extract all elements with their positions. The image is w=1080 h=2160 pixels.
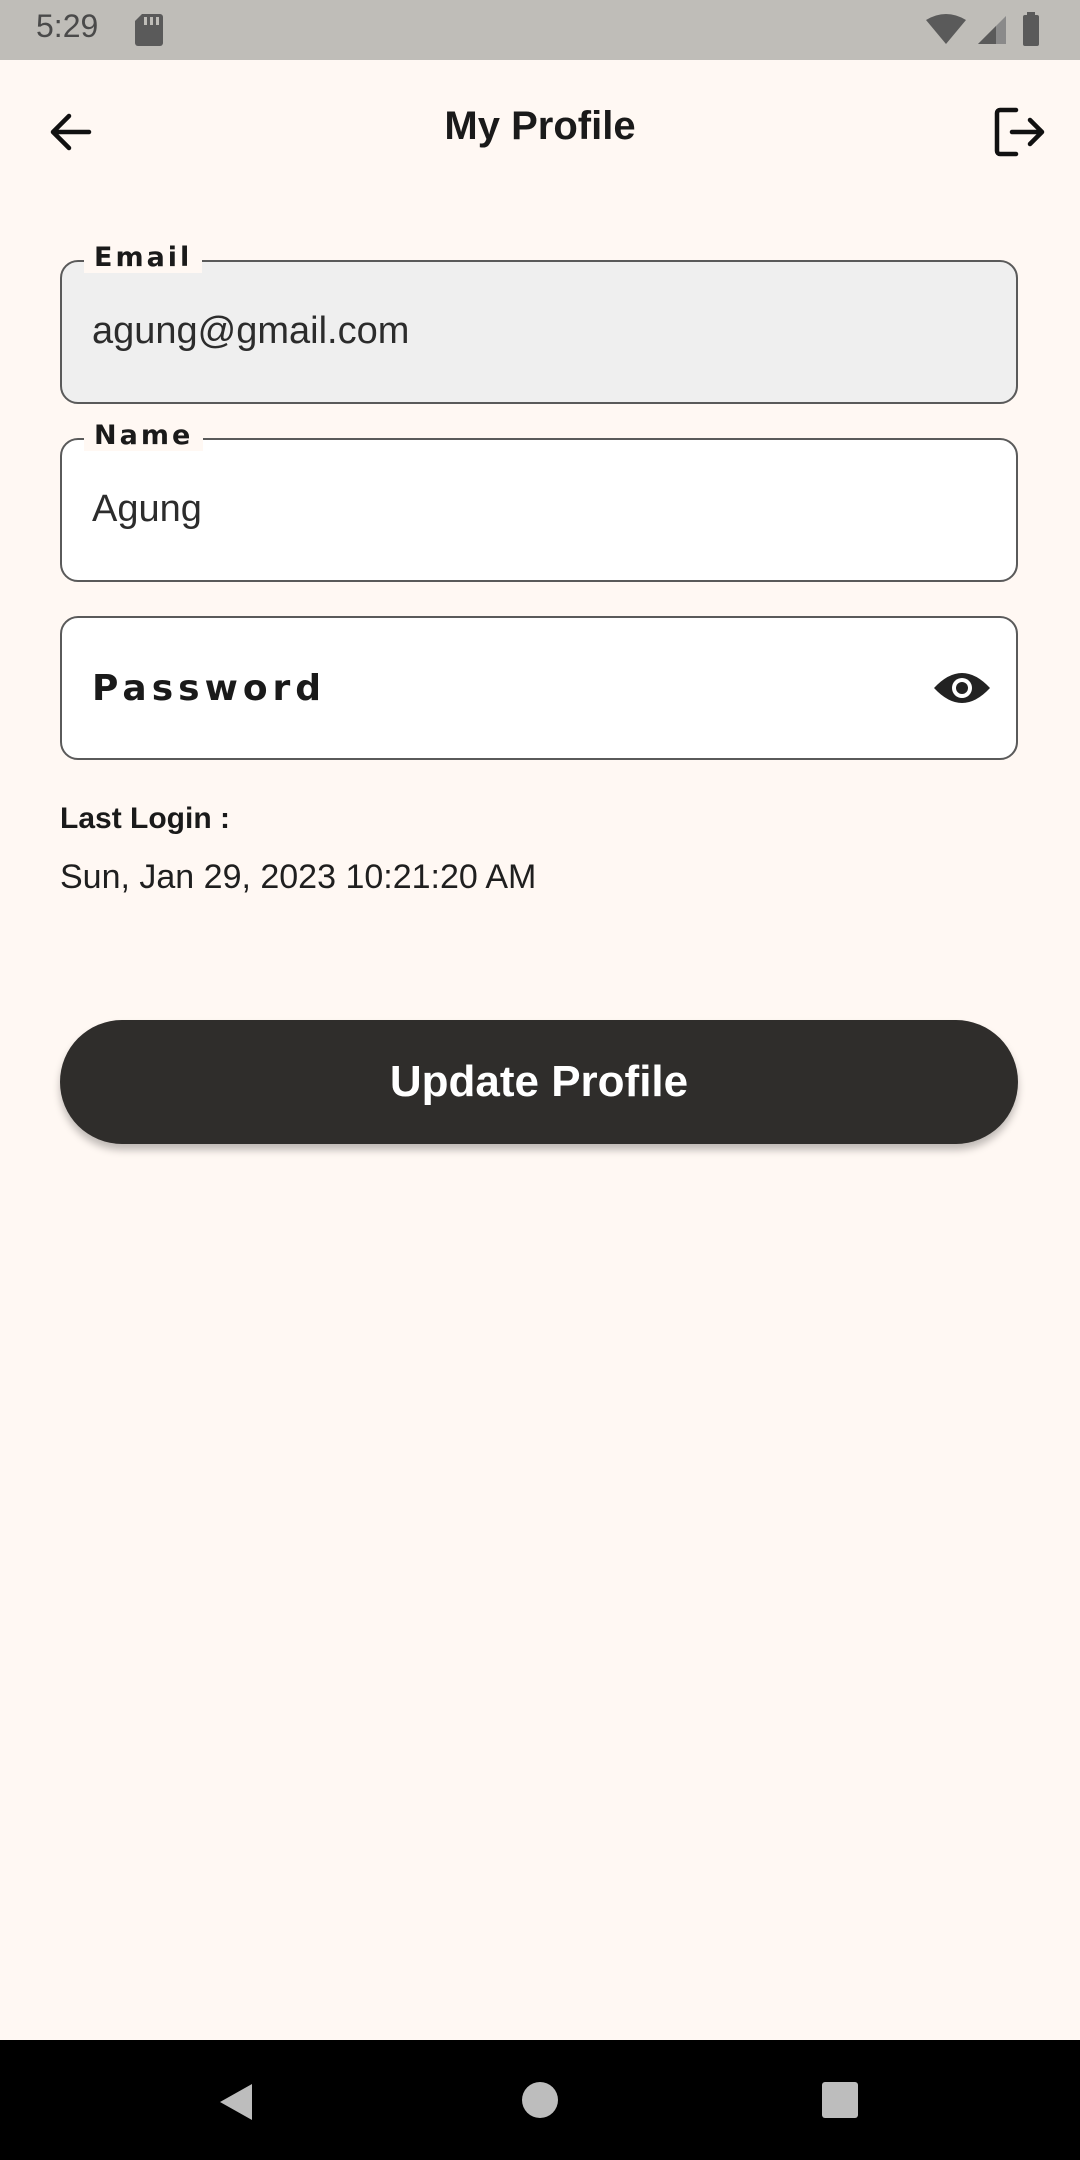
nav-recents-icon[interactable] — [822, 2082, 858, 2118]
sd-card-icon — [135, 14, 163, 46]
nav-home-icon[interactable] — [522, 2082, 558, 2118]
name-field[interactable]: Name Agung — [60, 420, 1018, 582]
last-login-value: Sun, Jan 29, 2023 10:21:20 AM — [60, 858, 537, 896]
update-profile-button[interactable]: Update Profile — [60, 1020, 1018, 1144]
system-nav-bar — [0, 2040, 1080, 2160]
password-placeholder: Password — [92, 668, 327, 709]
status-time: 5:29 — [36, 8, 99, 44]
name-label: Name — [84, 420, 204, 451]
battery-icon — [1023, 12, 1039, 46]
wifi-icon — [926, 14, 966, 44]
signal-icon — [978, 16, 1006, 44]
app-bar: My Profile — [0, 60, 1080, 200]
logout-icon — [994, 107, 1045, 157]
name-value: Agung — [92, 488, 202, 530]
last-login-label: Last Login : — [60, 802, 230, 835]
logout-button[interactable] — [988, 102, 1052, 162]
email-value: agung@gmail.com — [92, 310, 410, 352]
page-title: My Profile — [444, 104, 636, 148]
nav-back-icon[interactable] — [218, 2082, 254, 2122]
update-profile-label: Update Profile — [389, 1057, 689, 1106]
status-bar: 5:29 — [0, 0, 1080, 60]
email-field: Email agung@gmail.com — [60, 242, 1018, 404]
email-label: Email — [84, 242, 203, 273]
password-field[interactable]: Password — [60, 616, 1018, 760]
eye-icon[interactable] — [932, 666, 992, 710]
